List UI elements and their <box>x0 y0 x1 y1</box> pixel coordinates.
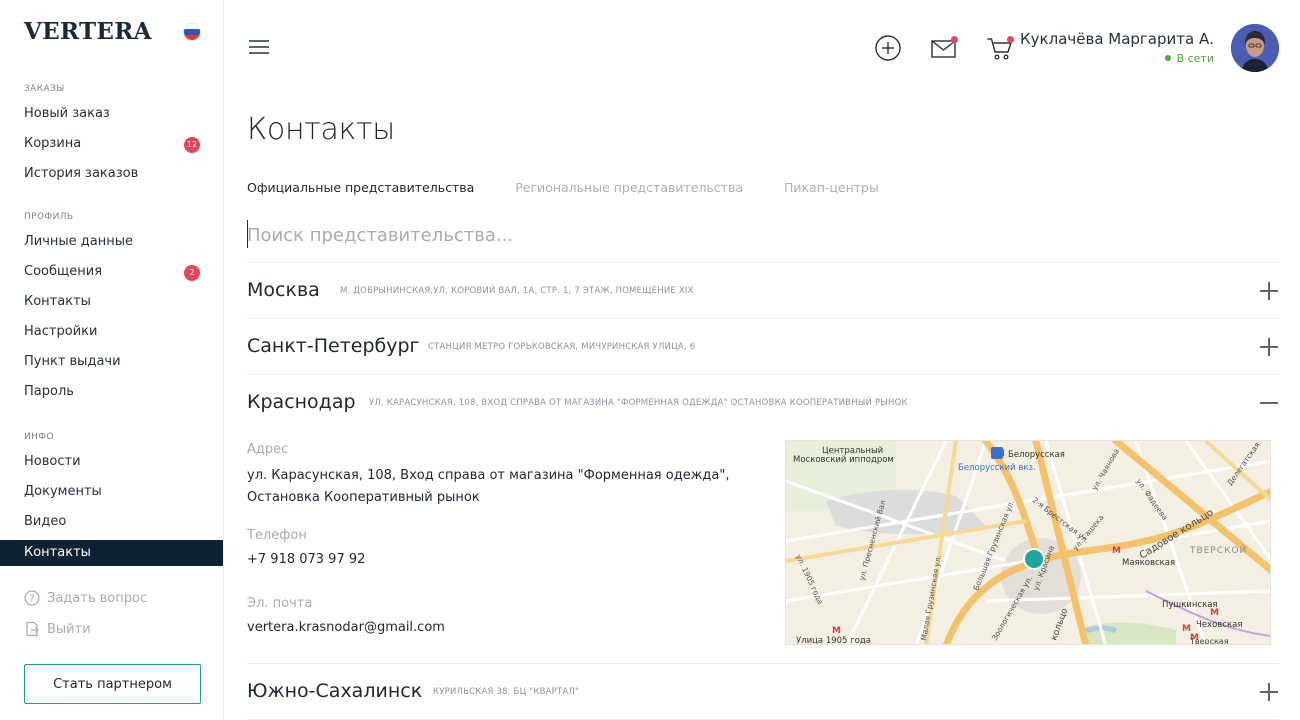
sidebar-item-video[interactable]: Видео <box>0 510 223 534</box>
sidebar-item-label: Корзина <box>24 136 82 151</box>
page-title: Контакты <box>247 112 395 147</box>
sidebar-item-personal-data[interactable]: Личные данные <box>0 230 223 254</box>
sidebar-item-messages[interactable]: Сообщения 2 <box>0 260 223 284</box>
user-name[interactable]: Куклачёва Маргарита А. <box>1020 30 1214 48</box>
office-row-krasnodar[interactable]: Краснодар ул. Карасунская, 108, Вход спр… <box>247 374 1279 430</box>
logout-link[interactable]: Выйти <box>24 620 91 638</box>
sidebar-item-label: Контакты <box>24 545 91 560</box>
office-city: Краснодар <box>247 391 356 413</box>
cart-icon[interactable] <box>986 34 1014 62</box>
svg-text:M: M <box>1112 546 1121 556</box>
address-line-2: Остановка Кооперативный рынок <box>247 490 480 505</box>
sidebar-item-label: Документы <box>24 484 102 499</box>
sidebar-item-label: Новый заказ <box>24 106 110 121</box>
map-label: Маяковская <box>1122 558 1175 568</box>
sidebar-item-settings[interactable]: Настройки <box>0 320 223 344</box>
sidebar-item-label: Видео <box>24 514 67 529</box>
expand-plus-icon[interactable] <box>1259 337 1279 357</box>
sidebar-item-password[interactable]: Пароль <box>0 380 223 404</box>
tab-regional-offices[interactable]: Региональные представительства <box>515 180 743 195</box>
section-title-info: ИНФО <box>24 432 54 442</box>
map-label: Улица 1905 года <box>796 636 871 645</box>
map-label: Пушкинская <box>1162 600 1218 610</box>
logout-label: Выйти <box>47 621 91 637</box>
sidebar-item-documents[interactable]: Документы <box>0 480 223 504</box>
sidebar-item-label: Пароль <box>24 384 74 399</box>
sidebar-item-label: Сообщения <box>24 264 103 279</box>
office-city: Москва <box>247 279 320 301</box>
office-city: Южно-Сахалинск <box>247 680 423 702</box>
phone-label: Телефон <box>247 528 307 543</box>
tabs: Официальные представительства Региональн… <box>247 180 920 195</box>
russian-flag-icon[interactable] <box>184 24 200 40</box>
map-label: Тверская <box>1189 637 1229 645</box>
expand-plus-icon[interactable] <box>1259 281 1279 301</box>
sidebar-item-label: Новости <box>24 454 81 469</box>
tab-pickup-centers[interactable]: Пикап-центры <box>784 180 879 195</box>
mail-notification-dot <box>951 36 958 43</box>
office-address: м. Добрынинская,ул. Коровий Вал, 1А, стр… <box>340 286 694 296</box>
sidebar-item-pickup-point[interactable]: Пункт выдачи <box>0 350 223 374</box>
sidebar-item-news[interactable]: Новости <box>0 450 223 474</box>
email-link[interactable]: vertera.krasnodar@gmail.com <box>247 617 767 639</box>
vertera-logo[interactable]: VERTERA <box>24 18 152 45</box>
map-label: Московский ипподром <box>793 455 894 465</box>
sidebar-item-contacts[interactable]: Контакты <box>0 540 223 566</box>
collapse-minus-icon[interactable] <box>1259 393 1279 413</box>
messages-count-badge: 2 <box>184 265 200 281</box>
sidebar-item-order-history[interactable]: История заказов <box>0 162 223 186</box>
address-label: Адрес <box>247 442 289 457</box>
map-label: Белорусская <box>1008 450 1065 460</box>
tab-official-offices[interactable]: Официальные представительства <box>247 180 474 195</box>
sidebar-item-label: История заказов <box>24 166 139 181</box>
map-label: ТВЕРСКОЙ <box>1189 544 1247 556</box>
cart-count-badge: 12 <box>184 137 200 153</box>
menu-icon[interactable] <box>249 40 269 56</box>
online-status: В сети <box>1165 52 1214 65</box>
svg-text:?: ? <box>29 594 34 605</box>
office-row-moscow[interactable]: Москва м. Добрынинская,ул. Коровий Вал, … <box>247 262 1279 318</box>
expand-plus-icon[interactable] <box>1259 682 1279 702</box>
office-address: Станция метро Горьковская, Мичуринская у… <box>428 342 696 352</box>
avatar[interactable] <box>1231 24 1279 72</box>
logout-icon <box>26 621 39 637</box>
office-row-saint-petersburg[interactable]: Санкт-Петербург Станция метро Горьковска… <box>247 318 1279 374</box>
svg-text:M: M <box>832 626 841 636</box>
office-address: Курильская 38, БЦ "Квартал" <box>433 687 580 697</box>
sidebar-item-label: Личные данные <box>24 234 134 249</box>
cart-notification-dot <box>1007 36 1014 43</box>
ask-question-link[interactable]: ? Задать вопрос <box>24 589 147 607</box>
office-row-yuzhno-sakhalinsk[interactable]: Южно-Сахалинск Курильская 38, БЦ "Кварта… <box>247 663 1279 719</box>
phone-value[interactable]: +7 918 073 97 92 <box>247 549 767 571</box>
section-title-orders: ЗАКАЗЫ <box>24 84 65 94</box>
sidebar-item-new-order[interactable]: Новый заказ <box>0 102 223 126</box>
ask-question-label: Задать вопрос <box>47 590 148 606</box>
map-label: Белорусский вкз. <box>958 463 1036 473</box>
address-line-1: ул. Карасунская, 108, Вход справа от маг… <box>247 468 730 483</box>
text-cursor <box>247 220 248 248</box>
become-partner-button[interactable]: Стать партнером <box>24 664 201 704</box>
sidebar-item-label: Пункт выдачи <box>24 354 121 369</box>
map-label: Чеховская <box>1196 620 1242 630</box>
mail-icon[interactable] <box>930 34 958 62</box>
office-city: Санкт-Петербург <box>247 335 420 357</box>
question-icon: ? <box>24 590 40 606</box>
email-label: Эл. почта <box>247 596 313 611</box>
office-map[interactable]: MMM MMM Центральный Московский ипподром … <box>785 440 1271 645</box>
sidebar: VERTERA ЗАКАЗЫ Новый заказ Корзина 12 Ист… <box>0 0 224 720</box>
sidebar-item-label: Настройки <box>24 324 98 339</box>
sidebar-item-cart[interactable]: Корзина 12 <box>0 132 223 156</box>
section-title-profile: ПРОФИЛЬ <box>24 212 74 222</box>
plus-circle-icon[interactable] <box>874 34 902 62</box>
sidebar-item-contacts-profile[interactable]: Контакты <box>0 290 223 314</box>
sidebar-item-label: Контакты <box>24 294 91 309</box>
search-input[interactable] <box>247 220 1279 250</box>
office-address: ул. Карасунская, 108, Вход справа от маг… <box>369 398 908 408</box>
